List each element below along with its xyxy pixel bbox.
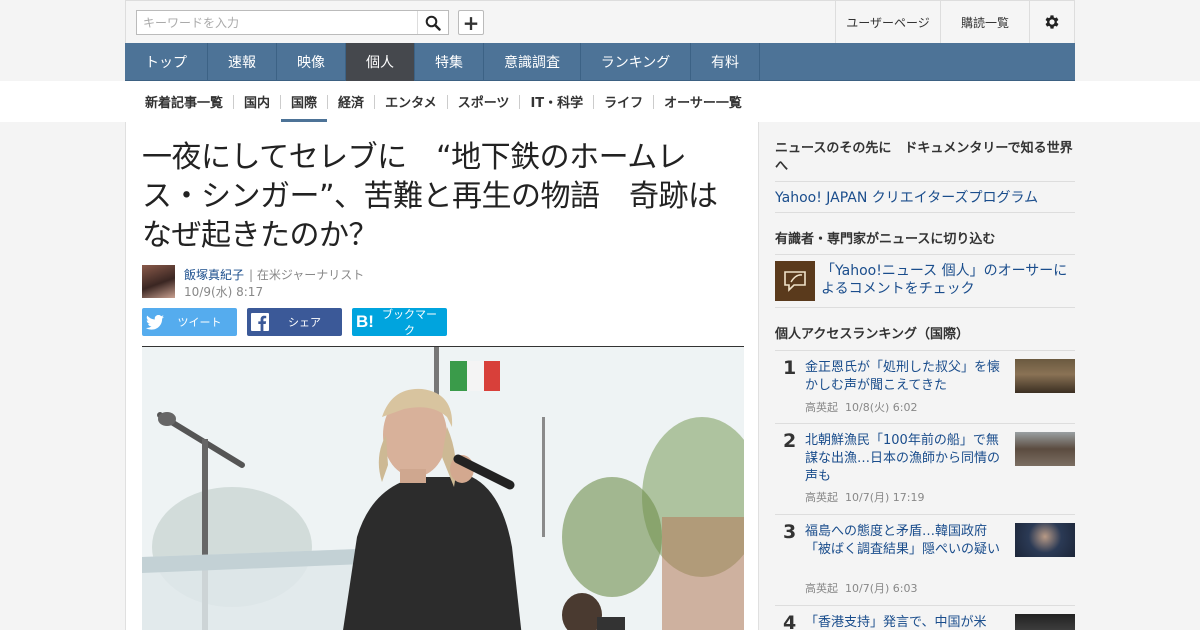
sub-nav-item-it-science[interactable]: IT・科学 <box>520 81 593 122</box>
search-input[interactable] <box>137 11 417 34</box>
share-buttons: ツイート シェア B! ブックマーク <box>142 308 447 337</box>
sub-nav-item-life[interactable]: ライフ <box>594 81 653 122</box>
sub-nav: 新着記事一覧 国内 国際 経済 エンタメ スポーツ IT・科学 ライフ オーサー… <box>135 81 752 122</box>
main-nav-item-breaking[interactable]: 速報 <box>208 43 277 81</box>
user-page-link[interactable]: ユーザーページ <box>835 1 940 43</box>
sidebar-divider <box>775 514 1075 515</box>
main-nav-item-ranking[interactable]: ランキング <box>581 43 691 81</box>
article-photo-image <box>142 347 744 630</box>
top-links: ユーザーページ 購読一覧 <box>835 1 1074 43</box>
settings-button[interactable] <box>1029 1 1074 43</box>
ranking-time: 10/8(火) 6:02 <box>845 401 918 414</box>
twitter-share-button[interactable]: ツイート <box>142 308 237 336</box>
creators-program-link[interactable]: Yahoo! JAPAN クリエイターズプログラム <box>775 187 1038 207</box>
twitter-share-label: ツイート <box>177 316 222 329</box>
ranking-number: 1 <box>783 357 797 379</box>
main-nav-item-top[interactable]: トップ <box>125 43 208 81</box>
ranking-time: 10/7(月) 17:19 <box>845 491 925 504</box>
search-icon <box>425 15 441 31</box>
facebook-icon <box>247 313 273 331</box>
sub-nav-item-sports[interactable]: スポーツ <box>448 81 520 122</box>
main-nav-item-feature[interactable]: 特集 <box>415 43 484 81</box>
article-title: 一夜にしてセレブに “地下鉄のホームレス・シンガー”、苦難と再生の物語 奇跡はな… <box>142 140 718 253</box>
gear-icon <box>1045 15 1059 29</box>
sidebar-divider <box>775 350 1075 351</box>
sidebar-divider <box>775 181 1075 182</box>
ranking-author: 高英起 <box>805 401 838 414</box>
sidebar-divider <box>775 605 1075 606</box>
ranking-title[interactable]: 「香港支持」発言で、中国が米 <box>805 614 1005 630</box>
ranking-title[interactable]: 北朝鮮漁民「100年前の船」で無謀な出漁…日本の漁師から同情の声も <box>805 432 1005 486</box>
ranking-thumbnail[interactable] <box>1015 614 1075 630</box>
ranking-title[interactable]: 福島への態度と矛盾…韓国政府「被ばく調査結果」隠ぺいの疑い <box>805 523 1005 559</box>
hatena-bookmark-icon: B! <box>356 312 374 331</box>
sub-nav-item-international[interactable]: 国際 <box>281 81 328 122</box>
article: 一夜にしてセレブに “地下鉄のホームレス・シンガー”、苦難と再生の物語 奇跡はな… <box>125 122 759 630</box>
comment-feather-icon <box>784 271 806 292</box>
search-button[interactable] <box>417 11 448 34</box>
ranking-meta: 高英起 10/7(月) 17:19 <box>805 489 924 505</box>
search-box <box>136 10 449 35</box>
ranking-author: 高英起 <box>805 491 838 504</box>
hatena-bookmark-button[interactable]: B! ブックマーク <box>352 308 447 337</box>
sidebar-divider <box>775 423 1075 424</box>
hatena-bookmark-label: ブックマーク <box>382 308 437 337</box>
article-photo <box>142 346 744 630</box>
sub-nav-item-entertainment[interactable]: エンタメ <box>375 81 447 122</box>
main-nav: トップ 速報 映像 個人 特集 意識調査 ランキング 有料 <box>125 43 1075 81</box>
sidebar-divider <box>775 254 1075 255</box>
ranking-meta: 高英起 10/7(月) 6:03 <box>805 580 917 596</box>
main-nav-item-paid[interactable]: 有料 <box>691 43 760 81</box>
ranking-heading: 個人アクセスランキング（国際） <box>775 327 969 342</box>
ranking-time: 10/7(月) 6:03 <box>845 582 918 595</box>
main-nav-item-survey[interactable]: 意識調査 <box>484 43 581 81</box>
expert-heading: 有識者・専門家がニュースに切り込む <box>775 232 996 247</box>
sub-nav-item-authors[interactable]: オーサー一覧 <box>654 81 752 122</box>
ranking-thumbnail[interactable] <box>1015 432 1075 466</box>
subscriptions-link[interactable]: 購読一覧 <box>940 1 1029 43</box>
facebook-share-label: シェア <box>288 316 321 329</box>
ranking-thumbnail[interactable] <box>1015 359 1075 393</box>
ranking-thumbnail[interactable] <box>1015 523 1075 557</box>
add-button[interactable]: + <box>458 10 484 35</box>
published-time: 10/9(水) 8:17 <box>184 285 264 299</box>
author-name[interactable]: 飯塚真紀子 <box>184 266 244 283</box>
author-avatar[interactable] <box>142 265 175 298</box>
expert-thumbnail[interactable] <box>775 261 815 301</box>
sub-nav-item-economy[interactable]: 経済 <box>328 81 374 122</box>
author-comments-link[interactable]: 「Yahoo!ニュース 個人」のオーサーによるコメントをチェック <box>821 262 1075 298</box>
sub-nav-item-domestic[interactable]: 国内 <box>234 81 280 122</box>
sidebar-divider <box>775 212 1075 213</box>
top-bar: + ユーザーページ 購読一覧 <box>125 0 1075 43</box>
author-role: | 在米ジャーナリスト <box>249 268 365 282</box>
documentary-heading: ニュースのその先に ドキュメンタリーで知る世界へ <box>775 141 1073 174</box>
plus-icon: + <box>462 10 480 35</box>
sub-nav-item-latest[interactable]: 新着記事一覧 <box>135 81 233 122</box>
ranking-author: 高英起 <box>805 582 838 595</box>
main-nav-item-individual[interactable]: 個人 <box>346 43 415 81</box>
ranking-meta: 高英起 10/8(火) 6:02 <box>805 399 917 415</box>
ranking-number: 2 <box>783 430 797 452</box>
facebook-share-button[interactable]: シェア <box>247 308 342 336</box>
ranking-number: 4 <box>783 612 797 630</box>
ranking-number: 3 <box>783 521 797 543</box>
twitter-icon <box>142 314 168 330</box>
sidebar-divider <box>775 307 1075 308</box>
ranking-title[interactable]: 金正恩氏が「処刑した叔父」を懐かしむ声が聞こえてきた <box>805 359 1005 395</box>
main-nav-item-video[interactable]: 映像 <box>277 43 346 81</box>
